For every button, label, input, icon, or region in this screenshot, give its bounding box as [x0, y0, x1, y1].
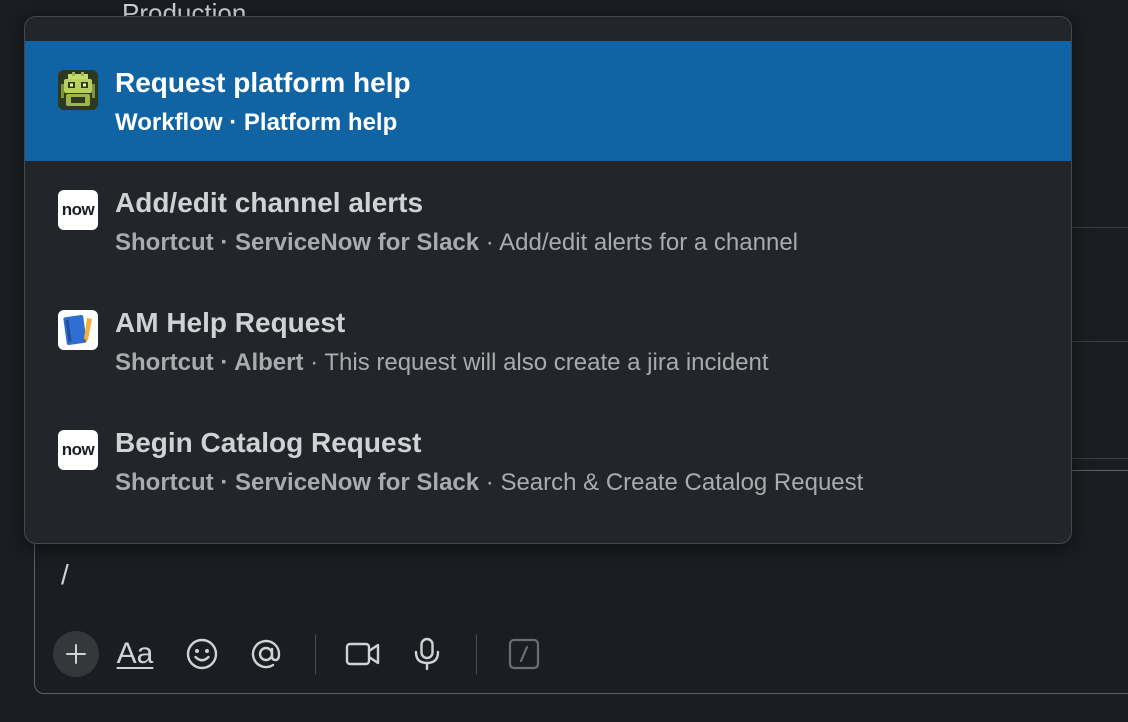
shortcut-menu: Request platform help Workflow · Platfor…	[24, 16, 1072, 544]
shortcut-title: Add/edit channel alerts	[115, 187, 424, 218]
shortcut-description: Search & Create Catalog Request	[500, 469, 864, 496]
toolbar-separator	[315, 634, 316, 674]
composer-toolbar: Aa	[53, 631, 565, 677]
shortcut-subtitle: Shortcut · ServiceNow for Slack · Search…	[115, 469, 864, 496]
shortcut-type: Workflow	[115, 109, 223, 136]
toolbar-separator	[476, 634, 477, 674]
shortcut-title: AM Help Request	[115, 307, 346, 338]
now-app-icon: now	[58, 190, 98, 230]
microphone-icon[interactable]	[404, 631, 450, 677]
shortcut-type: Shortcut	[115, 349, 214, 376]
shortcut-app: ServiceNow for Slack	[235, 229, 480, 256]
shortcut-description: This request will also create a jira inc…	[324, 349, 769, 376]
shortcut-title: Request platform help	[115, 67, 411, 98]
robot-app-icon	[58, 70, 98, 110]
message-divider	[1070, 458, 1128, 459]
shortcut-type: Shortcut	[115, 229, 214, 256]
now-logo-text: now	[58, 430, 98, 470]
shortcut-app: ServiceNow for Slack	[235, 469, 480, 496]
shortcut-item-request-platform-help[interactable]: Request platform help Workflow · Platfor…	[25, 41, 1071, 161]
video-icon[interactable]	[340, 631, 386, 677]
shortcut-app: Platform help	[243, 109, 398, 136]
shortcut-item-begin-catalog-request[interactable]: now Begin Catalog Request Shortcut · Ser…	[25, 401, 1071, 521]
shortcut-item-am-help-request[interactable]: AM Help Request Shortcut · Albert · This…	[25, 281, 1071, 401]
message-divider	[1070, 341, 1128, 342]
formatting-icon[interactable]: Aa	[115, 631, 155, 677]
shortcut-subtitle: Workflow · Platform help	[115, 109, 398, 136]
now-logo-text: now	[58, 190, 98, 230]
emoji-icon[interactable]	[179, 631, 225, 677]
shortcut-title: Begin Catalog Request	[115, 427, 422, 458]
notebook-app-icon	[58, 310, 98, 350]
shortcut-type: Shortcut	[115, 469, 214, 496]
slash-command-icon[interactable]	[501, 631, 547, 677]
mention-icon[interactable]	[243, 631, 289, 677]
now-app-icon: now	[58, 430, 98, 470]
shortcut-app: Albert	[234, 349, 304, 376]
shortcut-subtitle: Shortcut · ServiceNow for Slack · Add/ed…	[115, 229, 798, 256]
shortcut-item-add-edit-channel-alerts[interactable]: now Add/edit channel alerts Shortcut · S…	[25, 161, 1071, 281]
shortcut-subtitle: Shortcut · Albert · This request will al…	[115, 349, 769, 376]
plus-icon[interactable]	[53, 631, 99, 677]
shortcut-description: Add/edit alerts for a channel	[499, 229, 798, 256]
message-divider	[1070, 227, 1128, 228]
message-input[interactable]: /	[61, 559, 69, 591]
